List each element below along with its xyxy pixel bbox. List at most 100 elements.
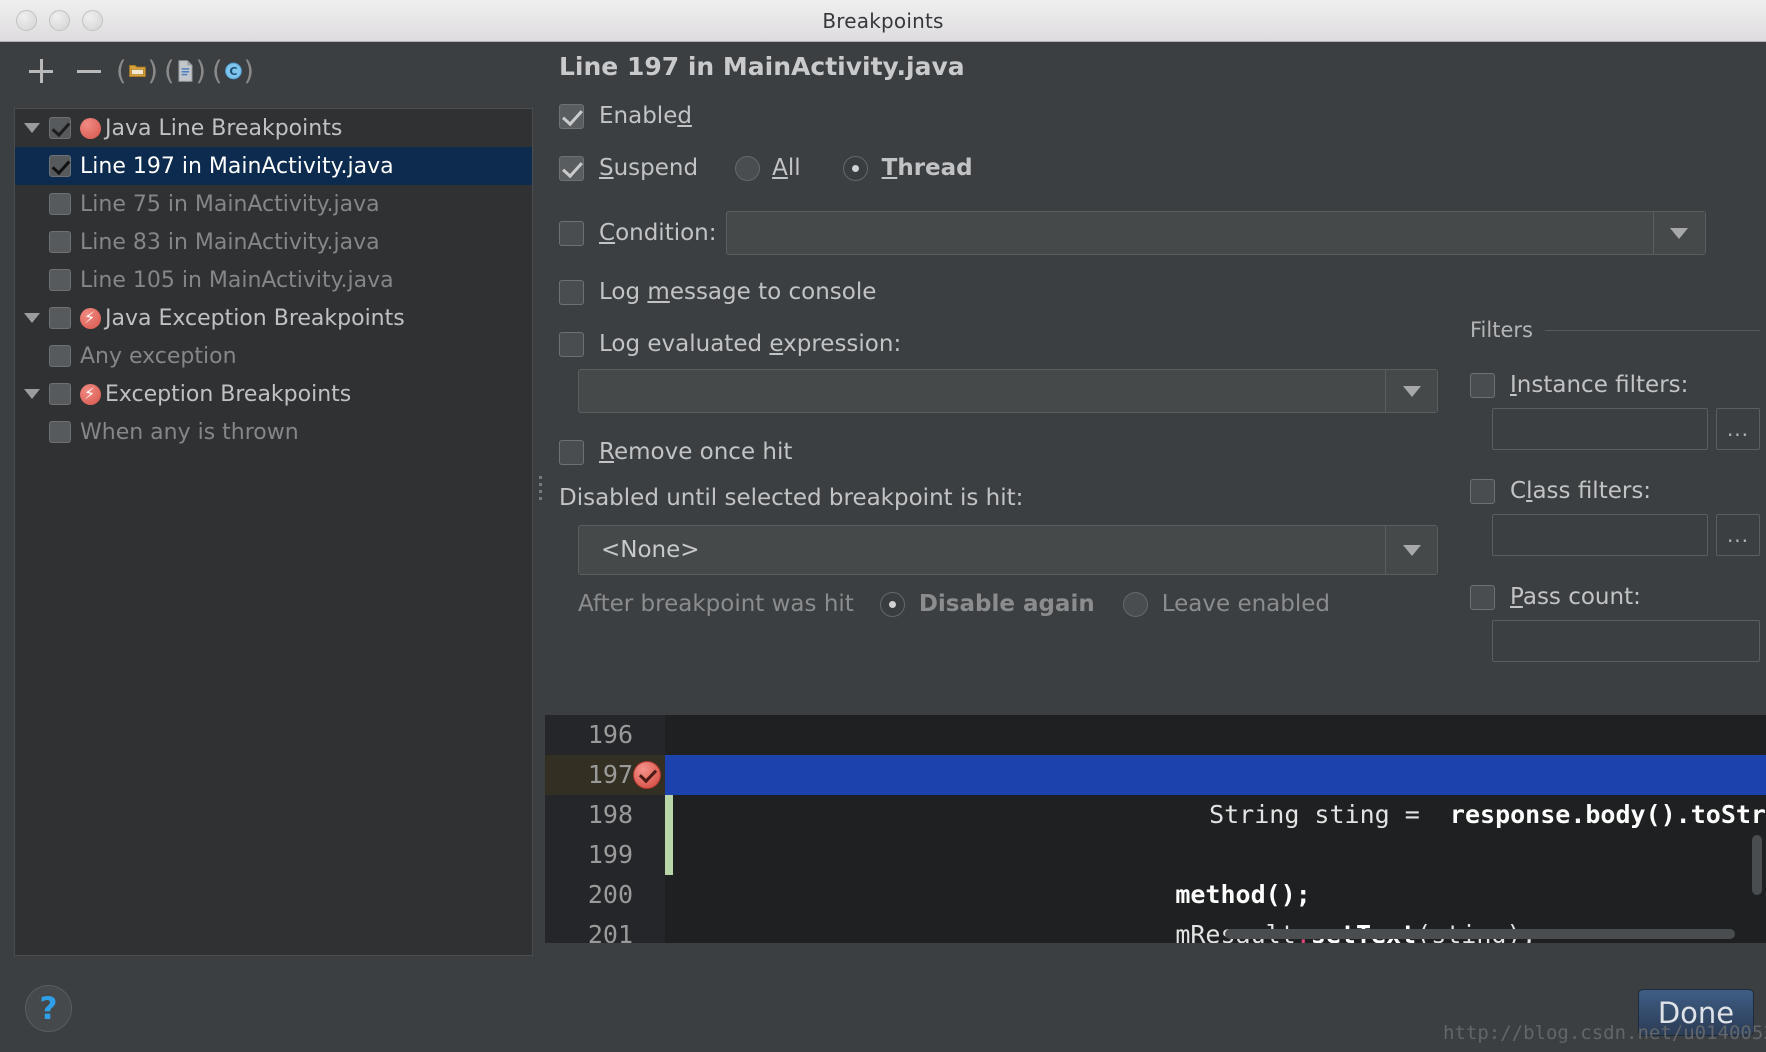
tree-node-java-exception-breakpoints[interactable]: Java Exception Breakpoints xyxy=(15,299,532,337)
instance-filters-row[interactable]: Instance filters: xyxy=(1470,372,1760,398)
tree-node-line-83[interactable]: Line 83 in MainActivity.java xyxy=(15,223,532,261)
disabled-until-label: Disabled until selected breakpoint is hi… xyxy=(559,485,1024,511)
tree-node-label: Line 105 in MainActivity.java xyxy=(80,267,394,293)
line-number: 196 xyxy=(587,720,633,749)
suspend-row[interactable]: Suspend All Thread xyxy=(559,155,1758,181)
paren-left: ( xyxy=(164,55,175,87)
instance-filters-label: Instance filters: xyxy=(1510,372,1689,398)
chevron-down-icon[interactable] xyxy=(1385,526,1437,574)
paren-left: ( xyxy=(116,55,127,87)
remove-once-hit-checkbox[interactable] xyxy=(559,439,584,465)
line-number: 199 xyxy=(587,840,633,869)
tree-node-java-line-breakpoints[interactable]: Java Line Breakpoints xyxy=(15,109,532,147)
class-filters-row[interactable]: Class filters: xyxy=(1470,478,1760,504)
tree-node-line-75[interactable]: Line 75 in MainActivity.java xyxy=(15,185,532,223)
document-icon xyxy=(177,60,193,82)
tree-node-checkbox[interactable] xyxy=(49,307,71,329)
breakpoint-marker-icon[interactable] xyxy=(633,761,661,789)
tree-node-label: Exception Breakpoints xyxy=(105,381,352,407)
tree-node-when-any-is-thrown[interactable]: When any is thrown xyxy=(15,413,532,451)
condition-checkbox[interactable] xyxy=(559,220,584,246)
scrollbar-thumb[interactable] xyxy=(1225,929,1735,939)
tree-node-checkbox[interactable] xyxy=(49,269,71,291)
condition-row[interactable]: Condition: xyxy=(559,211,1758,255)
tree-node-line-197[interactable]: Line 197 in MainActivity.java xyxy=(15,147,532,185)
condition-combobox[interactable] xyxy=(725,211,1706,255)
pass-count-input-row[interactable] xyxy=(1492,620,1760,662)
page-title: Line 197 in MainActivity.java xyxy=(559,52,965,81)
filters-header: Filters xyxy=(1470,318,1760,342)
instance-filters-checkbox[interactable] xyxy=(1470,372,1495,398)
code-token: response.body().toStr xyxy=(1434,800,1766,829)
code-preview[interactable]: 196 197 198 199 200 201 String sting = r… xyxy=(545,715,1766,943)
instance-filters-input-row[interactable]: ... xyxy=(1492,408,1760,450)
condition-input[interactable] xyxy=(727,212,1653,254)
help-button[interactable]: ? xyxy=(25,985,72,1032)
tree-node-checkbox[interactable] xyxy=(49,231,71,253)
tree-node-checkbox[interactable] xyxy=(49,193,71,215)
line-number: 198 xyxy=(587,800,633,829)
tree-node-label: Line 197 in MainActivity.java xyxy=(80,153,394,179)
disable-again-label: Disable again xyxy=(918,591,1095,617)
pass-count-row[interactable]: Pass count: xyxy=(1470,584,1760,610)
enabled-label: Enabled xyxy=(599,103,692,129)
tree-node-checkbox[interactable] xyxy=(49,421,71,443)
suspend-all-radio[interactable] xyxy=(735,155,761,181)
condition-label: Condition: xyxy=(599,220,717,246)
chevron-down-icon[interactable] xyxy=(1652,212,1705,254)
instance-filters-input[interactable] xyxy=(1492,408,1708,450)
tree-node-label: Java Exception Breakpoints xyxy=(105,305,405,331)
add-breakpoint-button[interactable] xyxy=(20,50,62,92)
expander-icon[interactable] xyxy=(15,389,49,399)
log-expression-combobox[interactable] xyxy=(578,369,1438,413)
enabled-row[interactable]: Enabled xyxy=(559,103,1758,129)
class-filters-input[interactable] xyxy=(1492,514,1708,556)
folder-icon xyxy=(128,65,146,77)
disabled-until-combobox[interactable]: <None> xyxy=(578,525,1438,575)
remove-once-hit-label: Remove once hit xyxy=(599,439,793,465)
pass-count-checkbox[interactable] xyxy=(1470,584,1495,610)
instance-filters-browse-button[interactable]: ... xyxy=(1716,408,1760,450)
tree-node-any-exception[interactable]: Any exception xyxy=(15,337,532,375)
class-filters-input-row[interactable]: ... xyxy=(1492,514,1760,556)
tree-node-checkbox[interactable] xyxy=(49,155,71,177)
changed-lines-marker xyxy=(665,795,673,875)
code-horizontal-scrollbar[interactable] xyxy=(665,929,1766,939)
code-line-199: method(); xyxy=(1085,835,1310,909)
group-by-file-button[interactable]: ( ) xyxy=(164,50,206,92)
class-filters-checkbox[interactable] xyxy=(1470,478,1495,504)
suspend-checkbox[interactable] xyxy=(559,155,584,181)
line-number: 200 xyxy=(587,880,633,909)
group-by-class-button[interactable]: ( C ) xyxy=(212,50,254,92)
exception-breakpoint-icon xyxy=(80,306,101,330)
code-vertical-scrollbar[interactable] xyxy=(1752,835,1762,895)
expander-icon[interactable] xyxy=(15,313,49,323)
suspend-thread-radio[interactable] xyxy=(842,155,868,181)
suspend-all-label: All xyxy=(772,155,801,181)
log-expression-input[interactable] xyxy=(579,370,1385,412)
after-hit-label: After breakpoint was hit xyxy=(578,591,854,617)
disable-again-radio[interactable] xyxy=(879,591,905,617)
panel-splitter-handle[interactable] xyxy=(537,472,543,510)
log-message-checkbox[interactable] xyxy=(559,279,584,305)
remove-breakpoint-button[interactable] xyxy=(68,50,110,92)
tree-node-checkbox[interactable] xyxy=(49,117,71,139)
tree-node-line-105[interactable]: Line 105 in MainActivity.java xyxy=(15,261,532,299)
group-by-folder-button[interactable]: ( ) xyxy=(116,50,158,92)
class-filters-browse-button[interactable]: ... xyxy=(1716,514,1760,556)
filters-panel: Filters Instance filters: ... Class filt… xyxy=(1470,318,1760,662)
enabled-checkbox[interactable] xyxy=(559,103,584,129)
suspend-label: Suspend xyxy=(599,155,699,181)
paren-right: ) xyxy=(195,55,206,87)
leave-enabled-radio[interactable] xyxy=(1122,591,1148,617)
tree-node-exception-breakpoints[interactable]: Exception Breakpoints xyxy=(15,375,532,413)
tree-node-checkbox[interactable] xyxy=(49,383,71,405)
log-expression-checkbox[interactable] xyxy=(559,331,584,357)
expander-icon[interactable] xyxy=(15,123,49,133)
pass-count-input[interactable] xyxy=(1492,620,1760,662)
breakpoints-tree[interactable]: Java Line Breakpoints Line 197 in MainAc… xyxy=(14,108,533,956)
log-expression-label: Log evaluated expression: xyxy=(599,331,902,357)
chevron-down-icon[interactable] xyxy=(1385,370,1437,412)
log-message-row[interactable]: Log message to console xyxy=(559,279,1758,305)
tree-node-checkbox[interactable] xyxy=(49,345,71,367)
